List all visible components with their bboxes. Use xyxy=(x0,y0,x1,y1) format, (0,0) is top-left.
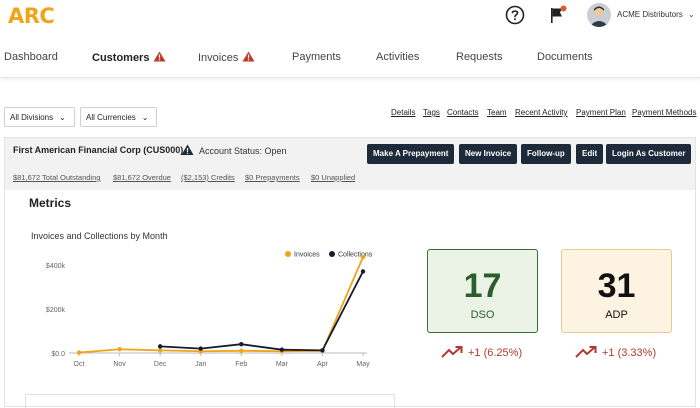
link-recent-activity[interactable]: Recent Activity xyxy=(515,108,567,117)
dso-trend: +1 (6.25%) xyxy=(441,346,522,359)
nav-item-payments[interactable]: Payments xyxy=(292,51,341,63)
top-bar: ARC ACME Distributors ⌄ xyxy=(0,0,700,32)
x-tick-label: Mar xyxy=(276,361,289,368)
adp-trend-value: +1 (3.33%) xyxy=(602,347,657,359)
edit-button[interactable]: Edit xyxy=(576,144,604,164)
data-point-collections xyxy=(320,348,325,353)
overdue-link[interactable]: $81,672 Overdue xyxy=(113,173,171,182)
prepayments-link[interactable]: $0 Prepayments xyxy=(245,173,300,182)
data-point-collections xyxy=(157,344,163,349)
adp-label: ADP xyxy=(605,309,628,321)
x-tick-label: May xyxy=(356,361,370,368)
account-status: Account Status: Open xyxy=(199,146,287,156)
data-point-invoices xyxy=(239,348,244,353)
series-line-invoices xyxy=(78,256,364,354)
link-payment-methods[interactable]: Payment Methods xyxy=(632,108,696,117)
link-contacts[interactable]: Contacts xyxy=(447,108,479,117)
chevron-down-icon[interactable]: ⌄ xyxy=(688,10,695,19)
total-outstanding-link[interactable]: $81,672 Total Outstanding xyxy=(13,173,100,182)
new-invoice-button[interactable]: New Invoice xyxy=(459,144,518,164)
y-tick-label: $400k xyxy=(46,263,66,270)
main-nav: Dashboard Customers Invoices Payments Ac… xyxy=(0,38,700,78)
nav-item-customers[interactable]: Customers xyxy=(92,51,166,64)
chevron-down-icon: ⌄ xyxy=(141,113,149,122)
x-tick-label: Dec xyxy=(154,361,167,368)
x-tick-label: Jan xyxy=(195,361,206,368)
adp-value: 31 xyxy=(597,267,636,305)
link-tags[interactable]: Tags xyxy=(423,108,440,117)
trend-up-icon xyxy=(575,346,597,358)
x-tick-label: Nov xyxy=(113,361,126,368)
data-point-collections xyxy=(198,346,203,351)
invoices-collections-chart: $0.0 $200k $400k Oct Nov Dec Jan Feb Mar Apr May xyxy=(46,254,370,368)
y-tick-label: $200k xyxy=(46,307,66,314)
secondary-panel xyxy=(25,394,395,408)
currencies-value: All Currencies xyxy=(86,113,136,122)
dso-label: DSO xyxy=(470,309,495,321)
adp-trend: +1 (3.33%) xyxy=(575,346,656,359)
divisions-value: All Divisions xyxy=(10,113,54,122)
x-tick-label: Oct xyxy=(74,361,85,368)
nav-item-requests[interactable]: Requests xyxy=(456,51,502,63)
avatar[interactable] xyxy=(587,3,611,27)
link-team[interactable]: Team xyxy=(487,108,507,117)
nav-item-activities[interactable]: Activities xyxy=(376,51,419,63)
follow-up-button[interactable]: Follow-up xyxy=(521,144,571,164)
warning-icon xyxy=(242,51,255,62)
account-header: First American Financial Corp (CUS000) A… xyxy=(5,138,695,190)
data-point-collections xyxy=(239,341,244,347)
x-tick-label: Feb xyxy=(235,361,247,368)
x-tick-label: Apr xyxy=(317,361,329,368)
data-point-invoices xyxy=(360,254,366,260)
series-line-collections xyxy=(160,271,364,352)
divisions-select[interactable]: All Divisions ⌄ xyxy=(4,107,75,127)
app-logo[interactable]: ARC xyxy=(8,4,55,28)
y-tick-label: $0.0 xyxy=(51,351,65,358)
data-point-collections xyxy=(279,347,285,352)
account-title: First American Financial Corp (CUS000) xyxy=(13,145,184,155)
currencies-select[interactable]: All Currencies ⌄ xyxy=(80,107,157,127)
chart-title: Invoices and Collections by Month xyxy=(31,231,168,241)
data-point-invoices xyxy=(157,348,163,353)
warning-icon xyxy=(153,51,166,62)
adp-card[interactable]: 31 ADP xyxy=(561,249,672,333)
trend-up-icon xyxy=(441,346,463,358)
warning-icon xyxy=(181,144,194,155)
nav-item-dashboard[interactable]: Dashboard xyxy=(4,51,58,63)
flag-icon[interactable] xyxy=(548,5,568,25)
dso-card[interactable]: 17 DSO xyxy=(427,249,538,333)
unapplied-link[interactable]: $0 Unapplied xyxy=(311,173,355,182)
nav-item-documents[interactable]: Documents xyxy=(537,51,593,63)
nav-item-invoices[interactable]: Invoices xyxy=(198,51,255,64)
link-details[interactable]: Details xyxy=(391,108,415,117)
link-payment-plan[interactable]: Payment Plan xyxy=(576,108,626,117)
account-name[interactable]: ACME Distributors xyxy=(617,10,683,19)
data-point-collections xyxy=(360,269,366,274)
credits-link[interactable]: ($2,153) Credits xyxy=(181,173,235,182)
help-icon[interactable] xyxy=(505,5,525,25)
login-as-customer-button[interactable]: Login As Customer xyxy=(606,144,692,164)
chevron-down-icon: ⌄ xyxy=(59,113,66,122)
dso-trend-value: +1 (6.25%) xyxy=(468,347,523,359)
metrics-title: Metrics xyxy=(29,196,72,210)
dso-value: 17 xyxy=(463,267,502,305)
data-point-invoices xyxy=(117,347,122,352)
account-card: First American Financial Corp (CUS000) A… xyxy=(4,137,696,408)
make-prepayment-button[interactable]: Make A Prepayment xyxy=(367,144,455,164)
data-point-invoices xyxy=(76,350,82,355)
